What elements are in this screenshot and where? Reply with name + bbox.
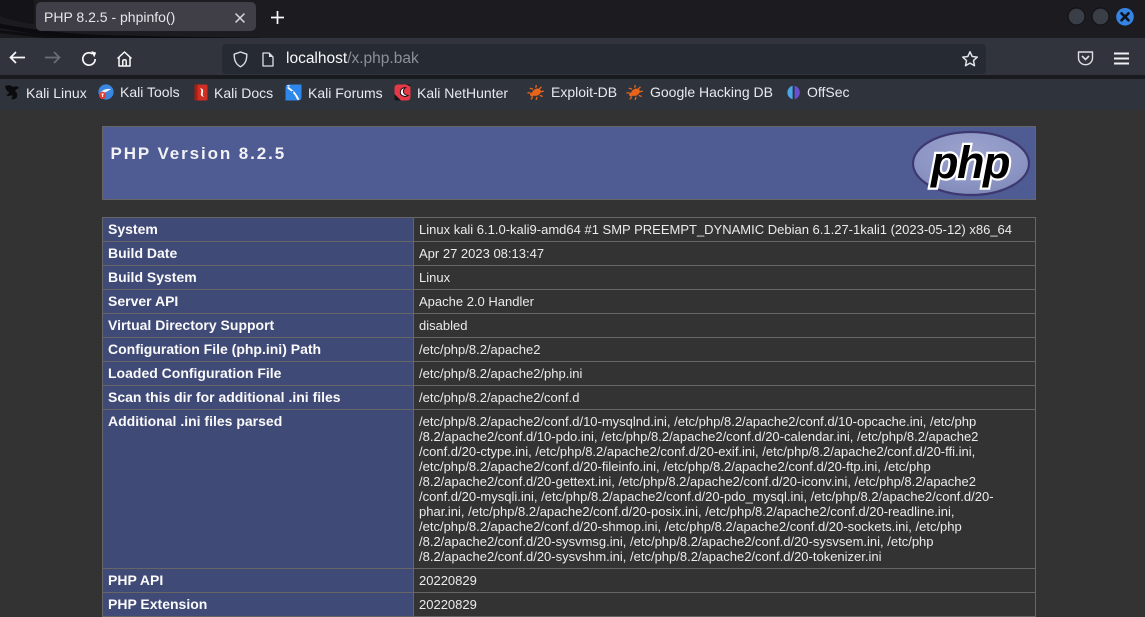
svg-text:php: php [930, 137, 1010, 188]
